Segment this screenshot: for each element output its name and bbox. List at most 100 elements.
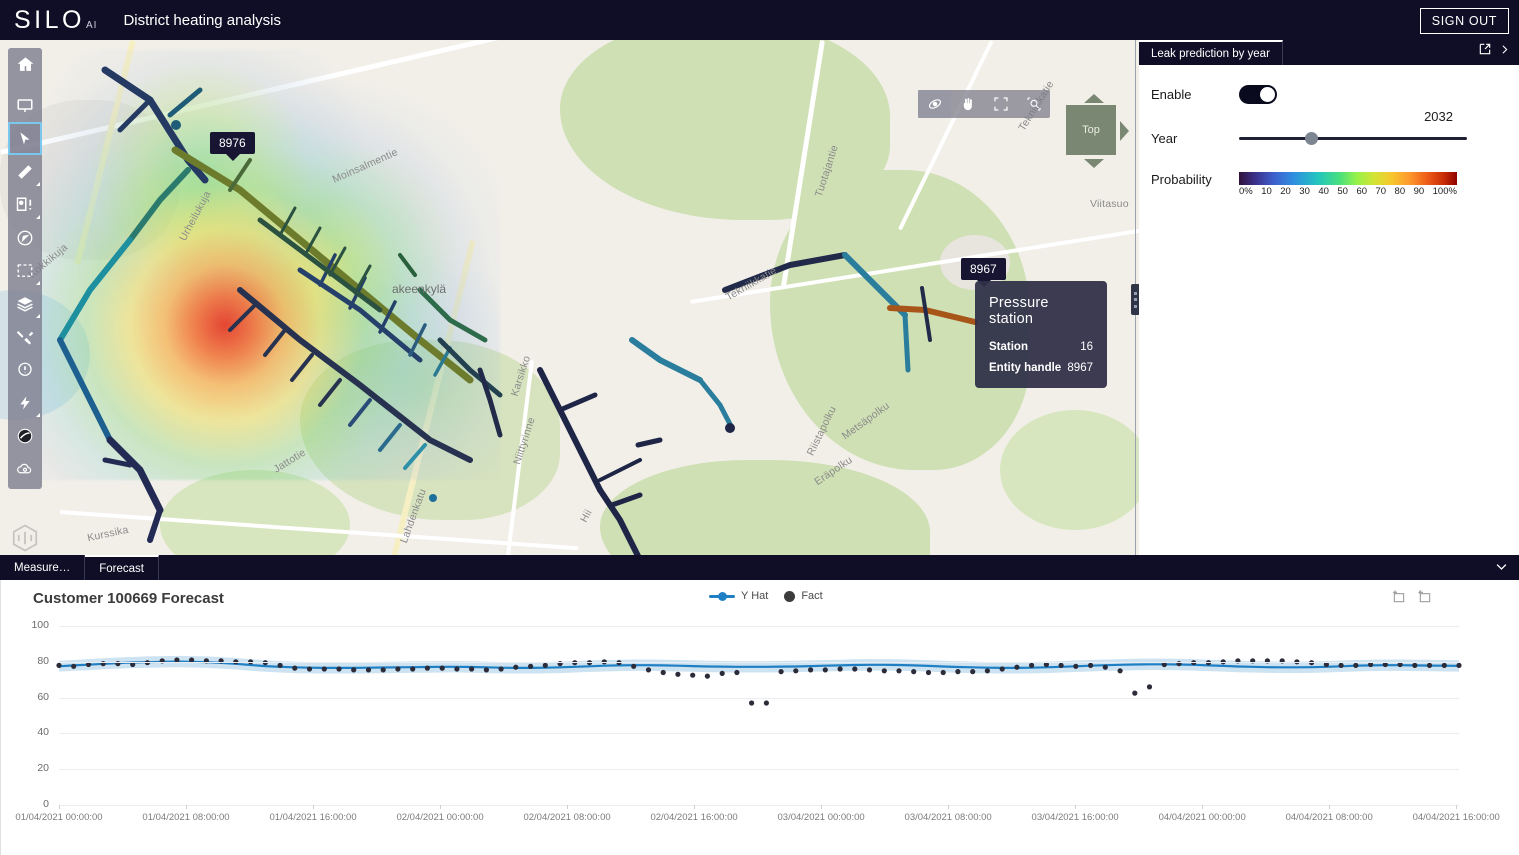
- fact-point: [690, 672, 696, 678]
- view-cube-down-arrow[interactable]: [1084, 159, 1104, 168]
- x-axis-tick: [313, 805, 315, 809]
- slider-track[interactable]: [1239, 137, 1467, 140]
- fact-point: [454, 666, 460, 672]
- chart-gridline: [59, 697, 1459, 699]
- x-axis-tick-label: 03/04/2021 00:00:00: [777, 812, 865, 823]
- submenu-arrow-icon: [36, 413, 40, 417]
- colorbar-gradient: [1239, 172, 1457, 185]
- info-alert-icon[interactable]: [8, 353, 42, 386]
- tab-measure[interactable]: Measure…: [0, 555, 86, 580]
- x-axis-tick: [1075, 805, 1077, 809]
- map-pin-alert-icon[interactable]: [8, 188, 42, 221]
- map-entity-tag[interactable]: 8967: [961, 258, 1006, 287]
- x-axis-tick: [59, 805, 60, 809]
- fact-point: [365, 667, 372, 673]
- x-axis-tick: [1329, 805, 1331, 809]
- fit-view-icon[interactable]: [984, 90, 1017, 118]
- year-slider[interactable]: 2032: [1239, 109, 1467, 148]
- page-title: District heating analysis: [123, 11, 282, 29]
- reset-zoom-icon[interactable]: [1417, 589, 1433, 610]
- x-axis-tick: [821, 805, 823, 809]
- chart-plot-area[interactable]: 0 20 40 60 80 100 01/04/2021 00:00:00 01/04/20…: [1, 619, 1519, 855]
- map-viewport[interactable]: Moinsalmentie Urheilukuja Kokkikuja Tuot…: [0, 40, 1139, 555]
- year-label: Year: [1151, 130, 1178, 146]
- x-axis-tick: [1202, 805, 1204, 809]
- colorbar-tick: 70: [1375, 186, 1387, 197]
- hex-origin-icon[interactable]: [10, 523, 40, 553]
- view-cube-right-arrow[interactable]: [1120, 121, 1129, 141]
- tools-wrench-icon[interactable]: [8, 320, 42, 353]
- year-value: 2032: [1424, 109, 1453, 124]
- view-cube-face[interactable]: Top: [1066, 105, 1116, 155]
- fact-point: [734, 669, 740, 676]
- cloud-home-icon[interactable]: [8, 452, 42, 485]
- sign-out-button[interactable]: SIGN OUT: [1419, 8, 1509, 34]
- silo-ai-logo: SILO AI: [14, 6, 97, 35]
- fact-point: [1058, 662, 1064, 668]
- legend-dot-icon: [784, 590, 796, 602]
- colorbar-ticks: 0% 10 20 30 40 50 60 70 80 90 100%: [1239, 186, 1457, 197]
- chevron-down-icon[interactable]: [1494, 559, 1509, 579]
- lightning-icon[interactable]: [8, 386, 42, 419]
- cursor-select-icon[interactable]: [8, 122, 42, 155]
- x-axis-tick-label: 02/04/2021 00:00:00: [396, 812, 484, 823]
- legend-item-yhat[interactable]: Y Hat: [709, 590, 768, 602]
- fact-point: [645, 667, 652, 673]
- pan-hand-icon[interactable]: [951, 90, 984, 118]
- submenu-arrow-icon: [36, 281, 40, 285]
- x-axis-tick-label: 03/04/2021 16:00:00: [1031, 812, 1119, 823]
- fact-point: [439, 665, 445, 671]
- legend-item-fact[interactable]: Fact: [784, 590, 823, 602]
- ruler-measure-icon[interactable]: [8, 155, 42, 188]
- tab-leak-prediction[interactable]: Leak prediction by year: [1139, 40, 1283, 65]
- y-axis-tick-label: 40: [37, 726, 49, 739]
- fact-point: [911, 669, 917, 675]
- x-axis-tick-label: 02/04/2021 08:00:00: [523, 812, 611, 823]
- external-link-icon[interactable]: [1478, 42, 1492, 56]
- x-axis-tick: [567, 805, 569, 809]
- fact-point: [925, 669, 932, 676]
- compass-icon[interactable]: [8, 221, 42, 254]
- fact-point: [866, 667, 873, 673]
- forecast-chart-panel: Customer 100669 Forecast Y Hat Fact 0 20 4…: [0, 580, 1519, 855]
- probability-label: Probability: [1151, 172, 1212, 187]
- view-cube-up-arrow[interactable]: [1084, 94, 1104, 103]
- crop-frame-icon[interactable]: [8, 254, 42, 287]
- x-axis-tick-label: 04/04/2021 08:00:00: [1285, 812, 1373, 823]
- y-axis-tick-label: 80: [37, 654, 49, 667]
- tooltip-row: Entity handle 8967: [989, 362, 1093, 374]
- x-axis-tick-label: 04/04/2021 00:00:00: [1158, 812, 1246, 823]
- fact-point: [1426, 662, 1433, 668]
- year-row: Year 2032: [1139, 109, 1519, 148]
- tooltip-row: Station 16: [989, 341, 1093, 353]
- map-tools-bar[interactable]: [918, 90, 1050, 118]
- layers-icon[interactable]: [8, 287, 42, 320]
- zoom-box-icon[interactable]: [1391, 589, 1407, 610]
- chart-svg: [56, 655, 1462, 706]
- fact-point: [822, 667, 828, 673]
- left-toolbar[interactable]: [8, 48, 42, 489]
- fact-point: [970, 669, 976, 675]
- fact-point: [896, 668, 902, 674]
- fact-point: [1088, 662, 1094, 668]
- submenu-arrow-icon: [36, 215, 40, 219]
- slider-knob[interactable]: [1305, 132, 1318, 145]
- view-cube[interactable]: Top: [1066, 94, 1129, 168]
- fact-point: [631, 663, 637, 669]
- fact-point: [749, 700, 755, 706]
- home-icon[interactable]: [8, 48, 42, 81]
- map-entity-tag[interactable]: 8976: [210, 132, 255, 161]
- monitor-icon[interactable]: [8, 89, 42, 122]
- fact-point: [483, 667, 489, 673]
- disc-icon[interactable]: [8, 419, 42, 452]
- tab-forecast[interactable]: Forecast: [85, 555, 159, 580]
- enable-toggle[interactable]: [1239, 85, 1277, 104]
- x-axis-tick-label: 01/04/2021 08:00:00: [142, 812, 230, 823]
- zoom-select-icon[interactable]: [1017, 90, 1050, 118]
- chevron-right-icon[interactable]: [1498, 43, 1511, 56]
- x-axis-tick-label: 02/04/2021 16:00:00: [650, 812, 738, 823]
- chart-gridline: [59, 769, 1459, 771]
- orbit-icon[interactable]: [918, 90, 951, 118]
- colorbar-tick: 30: [1299, 186, 1310, 197]
- fact-point: [528, 663, 534, 669]
